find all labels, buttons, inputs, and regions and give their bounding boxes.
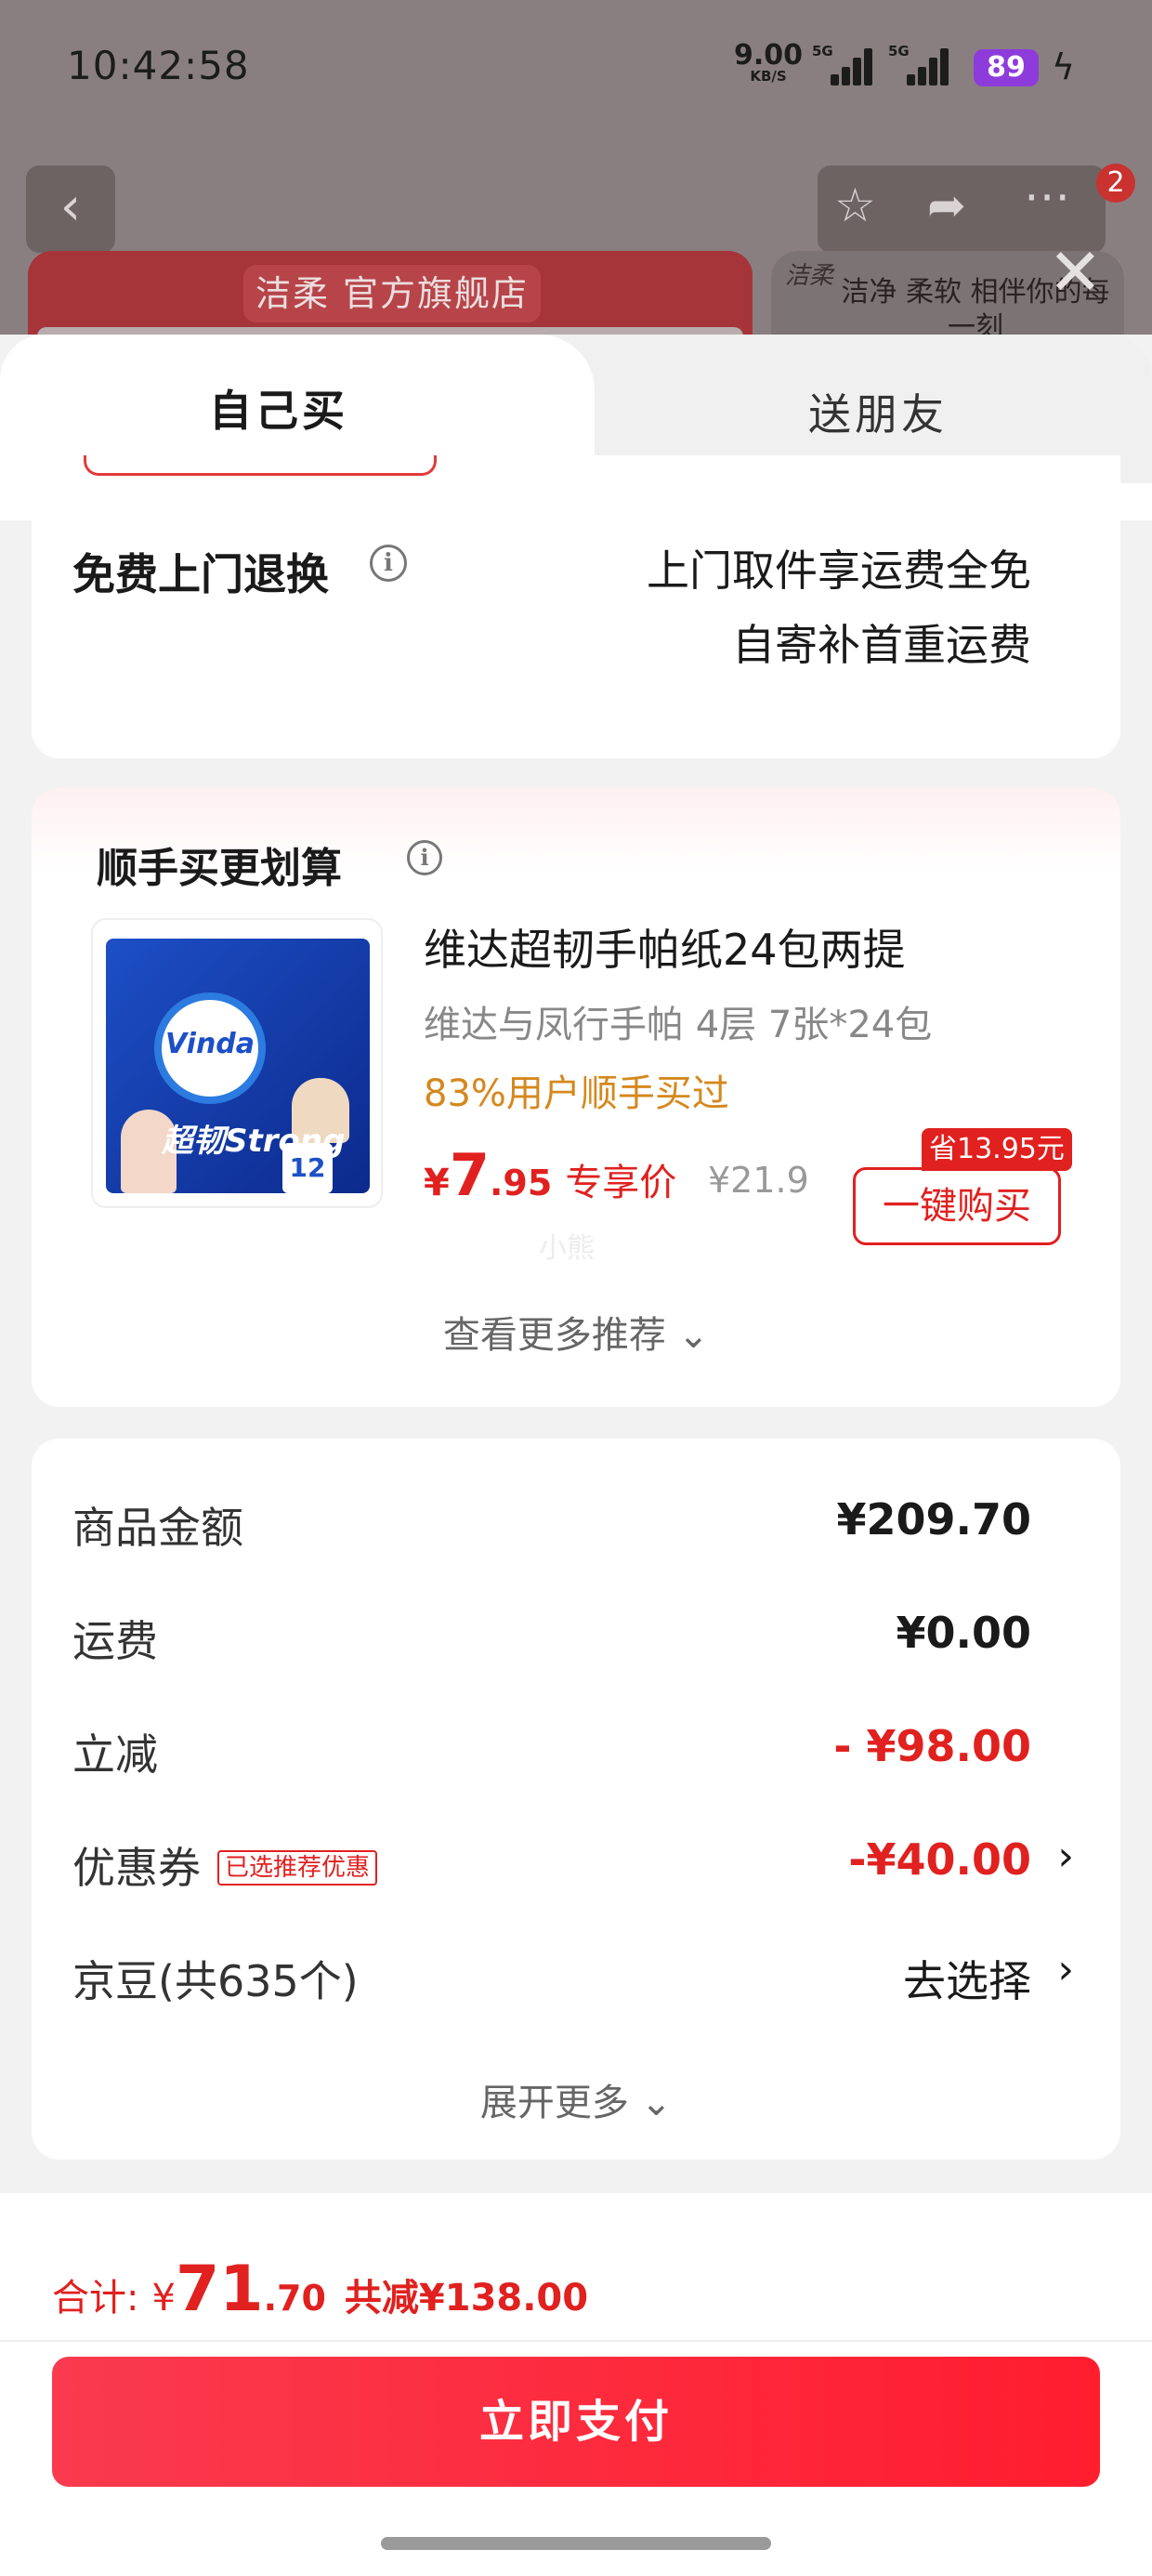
info-icon[interactable]: i (370, 545, 407, 582)
more-icon[interactable]: ⋯ (1024, 169, 1070, 223)
share-icon[interactable]: ➦ (927, 178, 966, 232)
vinda-logo: Vinda (154, 992, 266, 1104)
goods-amount-value: ¥209.70 (836, 1494, 1031, 1544)
back-arrow-icon[interactable]: ‹ (26, 165, 115, 253)
coupon-label: 优惠券 (72, 1843, 201, 1893)
expand-more-link[interactable]: 展开更多 ⌄ (32, 2072, 1120, 2126)
return-service-line1: 上门取件享运费全免 (647, 545, 1031, 596)
one-click-buy-button[interactable]: 一键购买 (853, 1167, 1061, 1245)
total-label: 合计: (52, 2277, 139, 2320)
price-tag: 专享价 (565, 1162, 677, 1204)
jd-beans-label: 京豆(共635个) (72, 1956, 359, 2006)
order-summary-card: 商品金额 ¥209.70 运费 ¥0.00 立减 - ¥98.00 优惠券 已选推… (32, 1439, 1120, 2160)
tab-friend[interactable]: 送朋友 (650, 381, 1106, 442)
checkout-footer: 合计: ¥71.70 共减¥138.00 立即支付 (0, 2193, 1152, 2576)
network-speed-value: 9.00 (734, 39, 804, 72)
product-name[interactable]: 维达超韧手帕纸24包两提 (424, 916, 906, 978)
product-spec: 维达与凤行手帕 4层 7张*24包 (424, 1004, 933, 1046)
save-badge: 省13.95元 (922, 1128, 1072, 1171)
product-image[interactable]: Vinda 超韧Strong 12 (91, 918, 383, 1208)
tab-self-label[interactable]: 自己买 (0, 377, 557, 439)
status-bar: 10:42:58 9.00 KB/S 5G 5G 89 ϟ (0, 0, 1152, 139)
chevron-right-icon[interactable]: › (1057, 1946, 1074, 1993)
network-speed: 9.00 KB/S (734, 42, 803, 85)
selected-option-edge (84, 455, 437, 476)
return-service-card: 免费上门退换 i 上门取件享运费全免 自寄补首重运费 (32, 455, 1120, 758)
recommendation-title: 顺手买更划算 (97, 845, 342, 892)
watermark: 小熊 (539, 1232, 595, 1265)
pay-now-button[interactable]: 立即支付 (52, 2357, 1100, 2487)
status-time: 10:42:58 (67, 43, 250, 88)
original-price: ¥21.9 (708, 1160, 809, 1201)
home-indicator[interactable] (381, 2537, 771, 2550)
brand-logo: 洁柔 (785, 262, 834, 290)
recommendation-card: 顺手买更划算 i Vinda 超韧Strong 12 维达超韧手帕纸24包两提 … (32, 788, 1120, 1407)
tissue-pack: Vinda 超韧Strong 12 (106, 939, 370, 1193)
close-icon[interactable]: ✕ (1048, 240, 1103, 305)
coupon-value[interactable]: -¥40.00 (848, 1834, 1031, 1885)
checkout-sheet: 自己买 送朋友 免费上门退换 i 上门取件享运费全免 自寄补首重运费 顺手买更划… (0, 335, 1152, 2576)
goods-amount-label: 商品金额 (72, 1503, 243, 1553)
jd-beans-select[interactable]: 去选择 (903, 1948, 1031, 2009)
store-name: 洁柔 官方旗舰店 (243, 265, 541, 322)
coupon-recommended-tag: 已选推荐优惠 (217, 1849, 378, 1886)
pack-count: 12 (282, 1143, 333, 1193)
return-service-title: 免费上门退换 (72, 549, 329, 599)
star-icon[interactable]: ☆ (834, 178, 876, 232)
shipping-label: 运费 (72, 1616, 158, 1666)
total-amount: 合计: ¥71.70 共减¥138.00 (52, 2253, 588, 2326)
coupon-row[interactable]: 优惠券 已选推荐优惠 (72, 1834, 378, 1896)
price-symbol: ¥ (424, 1162, 450, 1204)
sim1-label: 5G (812, 43, 833, 59)
cart-badge: 2 (1096, 164, 1135, 203)
signal-icon: 5G (812, 43, 877, 89)
return-service-line2: 自寄补首重运费 (732, 620, 1031, 670)
signal-icon-2: 5G (888, 43, 953, 89)
background-page: 10:42:58 9.00 KB/S 5G 5G 89 ϟ ‹ ☆ ➦ ⋯ 2 … (0, 0, 1152, 335)
pack-brand: Vinda (164, 1028, 255, 1060)
sim2-label: 5G (888, 43, 910, 59)
discount-label: 立减 (72, 1729, 158, 1780)
total-integer: 71 (175, 2253, 264, 2326)
price-integer: 7 (449, 1141, 490, 1209)
lightning-icon: ϟ (1052, 46, 1076, 87)
product-price: ¥7.95 专享价 (424, 1141, 676, 1209)
total-decimal: .70 (263, 2278, 326, 2319)
more-recommendations-link[interactable]: 查看更多推荐 ⌄ (32, 1305, 1120, 1359)
store-banner-image (37, 327, 743, 335)
price-decimal: .95 (489, 1163, 553, 1203)
info-icon[interactable]: i (407, 840, 442, 875)
total-reduction: 共减¥138.00 (344, 2277, 589, 2320)
chevron-right-icon[interactable]: › (1057, 1833, 1074, 1880)
shipping-value: ¥0.00 (896, 1608, 1031, 1658)
discount-value: - ¥98.00 (833, 1721, 1031, 1771)
total-symbol: ¥ (151, 2277, 176, 2320)
battery-indicator: 89 (974, 49, 1039, 86)
product-purchase-rate: 83%用户顺手买过 (424, 1072, 729, 1115)
